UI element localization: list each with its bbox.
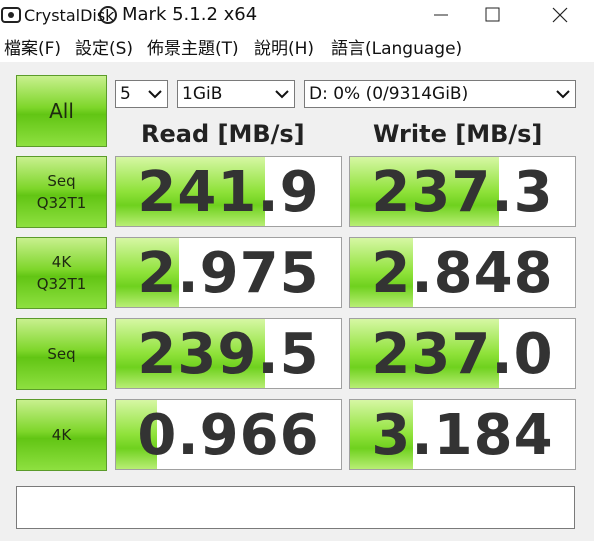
close-button[interactable] [536, 0, 582, 30]
seq-q32t1-button[interactable]: Seq Q32T1 [16, 156, 107, 228]
test-size-value: 1GiB [182, 84, 223, 104]
comment-box[interactable] [16, 486, 575, 529]
seq-write-result: 237.0 [349, 318, 576, 389]
chevron-down-icon [556, 90, 570, 99]
read-value: 241.9 [137, 160, 320, 225]
write-value: 3.184 [371, 403, 554, 468]
menu-settings[interactable]: 設定(S) [75, 34, 133, 59]
menu-language[interactable]: 語言(Language) [331, 34, 462, 59]
chevron-down-icon [275, 90, 289, 99]
read-value: 0.966 [137, 403, 320, 468]
test-label-line1: 4K [51, 253, 72, 271]
seq-q32t1-write-result: 237.3 [349, 156, 576, 227]
drive-value: D: 0% (0/9314GiB) [309, 84, 469, 104]
4k-read-result: 0.966 [115, 399, 342, 470]
seq-button[interactable]: Seq [16, 318, 107, 390]
test-label-line1: Seq [47, 345, 76, 363]
read-value: 2.975 [137, 241, 320, 306]
seq-read-result: 239.5 [115, 318, 342, 389]
drive-select[interactable]: D: 0% (0/9314GiB) [304, 80, 576, 108]
4k-q32t1-write-result: 2.848 [349, 237, 576, 308]
test-count-value: 5 [120, 84, 131, 104]
read-column-header: Read [MB/s] [141, 120, 305, 148]
window-title-text: Mark 5.1.2 x64 [122, 4, 258, 25]
all-button-label: All [49, 99, 74, 123]
read-value: 239.5 [137, 322, 320, 387]
menu-bar: 檔案(F) 設定(S) 佈景主題(T) 說明(H) 語言(Language) [0, 34, 594, 60]
test-label-line2: Q32T1 [36, 275, 87, 293]
menu-theme[interactable]: 佈景主題(T) [147, 34, 239, 59]
maximize-icon [485, 7, 500, 22]
test-label-line2: Q32T1 [36, 194, 87, 212]
write-value: 2.848 [371, 241, 554, 306]
write-value: 237.0 [371, 322, 554, 387]
seq-q32t1-read-result: 241.9 [115, 156, 342, 227]
menu-file[interactable]: 檔案(F) [4, 34, 61, 59]
title-bar: CrystalDisk Mark 5.1.2 x64 [0, 0, 594, 30]
minimize-button[interactable] [418, 0, 464, 30]
write-column-header: Write [MB/s] [373, 120, 543, 148]
4k-q32t1-button[interactable]: 4K Q32T1 [16, 237, 107, 309]
test-label-line1: Seq [47, 172, 76, 190]
4k-q32t1-read-result: 2.975 [115, 237, 342, 308]
write-value: 237.3 [371, 160, 554, 225]
window-title: CrystalDisk Mark 5.1.2 x64 [0, 4, 257, 25]
close-icon [552, 7, 568, 23]
test-count-select[interactable]: 5 [115, 80, 168, 108]
4k-write-result: 3.184 [349, 399, 576, 470]
app-logo-icon: CrystalDisk [1, 6, 117, 25]
all-button[interactable]: All [16, 75, 107, 147]
title-logo-text: CrystalDisk [24, 6, 115, 25]
test-label-line1: 4K [51, 426, 72, 444]
4k-button[interactable]: 4K [16, 399, 107, 471]
menu-help[interactable]: 說明(H) [254, 34, 314, 59]
test-size-select[interactable]: 1GiB [177, 80, 295, 108]
maximize-button[interactable] [470, 0, 516, 30]
minimize-icon [434, 14, 448, 16]
chevron-down-icon [148, 90, 162, 99]
